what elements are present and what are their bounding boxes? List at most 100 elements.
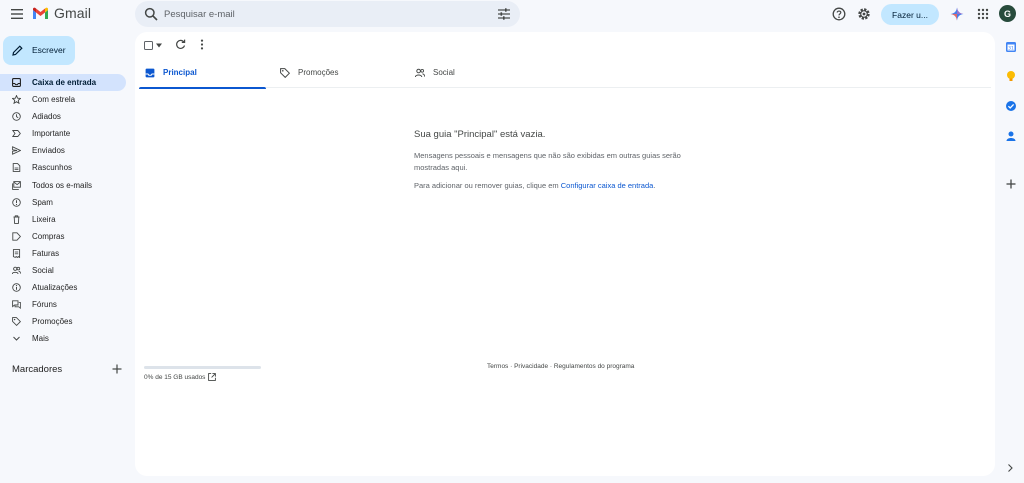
add-addon-icon[interactable] xyxy=(1005,178,1017,190)
apps-grid-icon[interactable] xyxy=(976,7,990,21)
select-all-checkbox[interactable] xyxy=(144,41,153,50)
sidebar-item-spam[interactable]: Spam xyxy=(0,194,128,211)
sidebar-item-label: Spam xyxy=(32,197,53,207)
inbox-icon xyxy=(12,78,21,87)
send-icon xyxy=(12,146,21,156)
sidebar-item-label: Lixeira xyxy=(32,214,56,224)
gemini-sparkle-icon[interactable] xyxy=(950,7,964,21)
tasks-icon[interactable] xyxy=(1005,100,1017,112)
program-policies-link[interactable]: Regulamentos do programa xyxy=(554,363,635,370)
top-bar: Gmail Fazer u... G xyxy=(0,0,1024,30)
sidebar-item-label: Rascunhos xyxy=(32,163,73,173)
more-options-icon[interactable] xyxy=(198,39,206,50)
sidebar-item-label: Adiados xyxy=(32,112,61,122)
sidebar-item-label: Atualizações xyxy=(32,283,78,293)
draft-icon xyxy=(12,163,21,173)
sidebar-item-important[interactable]: Importante xyxy=(0,125,128,142)
upgrade-button[interactable]: Fazer u... xyxy=(881,4,939,25)
sidebar-item-label: Todos os e-mails xyxy=(32,180,93,190)
footer-links: Termos · Privacidade · Regulamentos do p… xyxy=(487,363,634,370)
important-icon xyxy=(12,130,21,138)
sidebar-item-snoozed[interactable]: Adiados xyxy=(0,108,128,125)
info-icon xyxy=(12,283,21,292)
tab-promotions[interactable]: Promoções xyxy=(274,62,401,88)
search-input[interactable] xyxy=(164,5,484,23)
forum-icon xyxy=(12,300,21,310)
empty-state: Sua guia "Principal" está vazia. Mensage… xyxy=(414,129,714,190)
empty-state-hint: Para adicionar ou remover guias, clique … xyxy=(414,181,714,190)
account-avatar[interactable]: G xyxy=(999,5,1016,22)
sidebar-item-social[interactable]: Social xyxy=(0,262,128,279)
search-bar[interactable] xyxy=(135,1,520,27)
gmail-m-icon xyxy=(33,7,48,19)
chevron-down-icon xyxy=(13,337,20,342)
keep-icon[interactable] xyxy=(1005,70,1017,82)
sidebar-item-forums[interactable]: Fóruns xyxy=(0,296,128,313)
add-label-icon[interactable] xyxy=(112,364,122,374)
sidebar-item-label: Importante xyxy=(32,129,71,139)
sidebar-item-label: Enviados xyxy=(32,146,65,156)
calendar-icon[interactable]: 31 xyxy=(1005,41,1017,53)
sidebar-item-label: Caixa de entrada xyxy=(32,78,97,87)
receipt-icon xyxy=(12,249,21,258)
tab-label: Promoções xyxy=(298,68,339,77)
people-icon xyxy=(12,266,21,275)
sidebar-item-all-mail[interactable]: Todos os e-mails xyxy=(0,177,128,194)
sidebar-item-invoices[interactable]: Faturas xyxy=(0,245,128,262)
sidebar-item-sent[interactable]: Enviados xyxy=(0,142,128,159)
sidebar-item-more[interactable]: Mais xyxy=(0,330,128,347)
sidebar-item-label: Com estrela xyxy=(32,95,76,105)
configure-inbox-link[interactable]: Configurar caixa de entrada xyxy=(561,181,654,190)
open-external-icon[interactable] xyxy=(208,373,216,381)
help-icon[interactable] xyxy=(832,7,846,21)
sidebar-item-label: Promoções xyxy=(32,317,73,327)
sidebar-item-label: Compras xyxy=(32,231,65,241)
search-icon[interactable] xyxy=(144,7,158,21)
tag-icon xyxy=(280,68,290,78)
star-icon xyxy=(12,95,21,105)
sidebar-item-drafts[interactable]: Rascunhos xyxy=(0,159,128,176)
settings-gear-icon[interactable] xyxy=(857,7,871,21)
tab-primary[interactable]: Principal xyxy=(139,62,266,89)
terms-link[interactable]: Termos xyxy=(487,363,508,370)
sidebar-item-label: Mais xyxy=(32,334,49,344)
svg-text:31: 31 xyxy=(1008,46,1014,52)
search-options-icon[interactable] xyxy=(497,7,511,21)
main-menu-icon[interactable] xyxy=(8,4,26,24)
empty-state-title: Sua guia "Principal" está vazia. xyxy=(414,129,546,140)
privacy-link[interactable]: Privacidade xyxy=(514,363,548,370)
empty-state-description: Mensagens pessoais e mensagens que não s… xyxy=(414,151,681,172)
sidebar-nav: Caixa de entrada Com estrela Adiados Imp… xyxy=(0,74,128,348)
storage-usage-bar xyxy=(144,366,261,369)
sidebar-item-label: Fóruns xyxy=(32,300,57,310)
spam-icon xyxy=(12,197,21,207)
sidebar-item-starred[interactable]: Com estrela xyxy=(0,91,128,108)
tag-icon xyxy=(12,317,21,327)
sidebar-item-label: Faturas xyxy=(32,248,60,258)
sidebar-item-promotions[interactable]: Promoções xyxy=(0,313,128,330)
sidebar-item-trash[interactable]: Lixeira xyxy=(0,211,128,228)
category-tabs: Principal Promoções Social xyxy=(139,62,991,89)
storage-usage-text: 0% de 15 GB usados xyxy=(144,374,206,381)
tab-social[interactable]: Social xyxy=(409,62,536,88)
chevron-right-icon[interactable] xyxy=(1005,463,1015,473)
select-dropdown-icon[interactable] xyxy=(156,43,162,48)
sidebar-item-purchases[interactable]: Compras xyxy=(0,228,128,245)
app-title: Gmail xyxy=(54,5,92,21)
compose-button[interactable]: Escrever xyxy=(3,36,75,65)
labels-section-title: Marcadores xyxy=(12,364,63,375)
inbox-icon xyxy=(145,68,155,78)
refresh-icon[interactable] xyxy=(175,39,186,50)
hint-prefix: Para adicionar ou remover guias, clique … xyxy=(414,181,561,190)
sidebar-item-label: Social xyxy=(32,266,54,276)
compose-label: Escrever xyxy=(32,45,66,55)
gmail-logo[interactable]: Gmail xyxy=(32,5,91,21)
contacts-icon[interactable] xyxy=(1005,130,1017,142)
people-icon xyxy=(415,68,425,78)
sidebar-item-updates[interactable]: Atualizações xyxy=(0,279,128,296)
pencil-icon xyxy=(12,45,23,56)
hint-suffix: . xyxy=(653,181,656,190)
sidebar-item-inbox[interactable]: Caixa de entrada xyxy=(0,74,126,92)
mail-list-panel: Principal Promoções Social Sua guia "Pri… xyxy=(135,32,995,476)
tab-label: Social xyxy=(433,68,455,77)
